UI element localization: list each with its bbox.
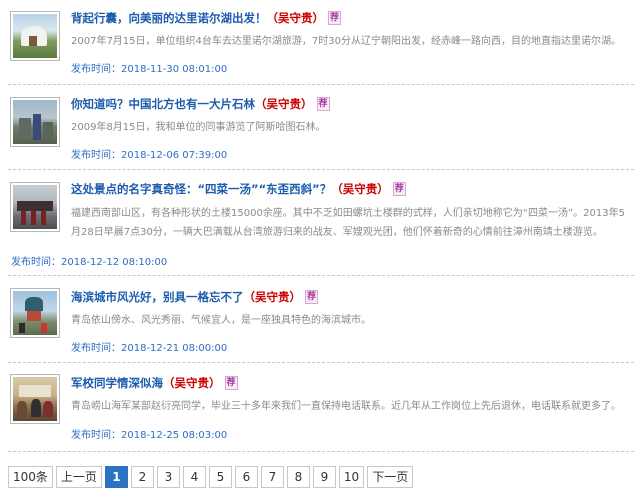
page-button-3[interactable]: 3 [156,466,180,488]
article-time-value: 2018-12-06 07:39:00 [121,150,228,161]
article-time: 发布时间：2018-11-30 08:01:00 [71,60,227,75]
divider [8,451,634,452]
divider [8,362,634,363]
article-item: 这处景点的名字真奇怪：“四菜一汤”“东歪西斜”？（吴守贵）荐 福建西南部山区，有… [8,178,634,272]
article-time-label: 发布时间： [71,150,121,161]
article-time: 发布时间：2018-12-21 08:00:00 [71,339,227,354]
article-summary: 2007年7月15日，单位组织4台车去达里诺尔湖旅游，7时30分从辽宁朝阳出发，… [71,36,621,47]
article-title[interactable]: 这处景点的名字真奇怪：“四菜一汤”“东歪西斜”？ [71,182,331,196]
article-summary: 福建西南部山区，有各种形状的土楼15000余座。其中不乏如田螺坑土楼群的式样，人… [71,208,625,238]
article-time-label: 发布时间： [71,343,121,354]
article-item: 军校同学情深似海（吴守贵）荐 青岛崂山海军某部赵衍亮同学，毕业三十多年来我们一直… [8,371,634,447]
article-title-line: 军校同学情深似海（吴守贵）荐 [71,375,238,391]
pagination-prev-button[interactable]: 上一页 [55,466,102,488]
article-time-value: 2018-12-25 08:03:00 [121,430,228,441]
pagination-total: 100条 [8,466,53,488]
article-thumbnail[interactable] [10,374,60,424]
article-author[interactable]: （吴守贵） [331,182,389,196]
page-button-6[interactable]: 6 [234,466,258,488]
article-author[interactable]: （吴守贵） [244,290,302,304]
article-thumbnail[interactable] [10,97,60,147]
recommend-badge-icon: 荐 [328,11,342,25]
article-time-value: 2018-11-30 08:01:00 [121,64,228,75]
article-thumbnail[interactable] [10,11,60,61]
article-author[interactable]: （吴守贵） [255,97,313,111]
article-item: 你知道吗？中国北方也有一大片石林（吴守贵）荐 2009年8月15日，我和单位的同… [8,94,634,168]
article-summary: 青岛崂山海军某部赵衍亮同学，毕业三十多年来我们一直保持电话联系。近几年从工作岗位… [71,401,621,412]
article-item: 海滨城市风光好，别具一格忘不了（吴守贵）荐 青岛依山傍水、风光秀丽、气候宜人，是… [8,285,634,361]
article-author[interactable]: （吴守贵） [267,11,325,25]
page-button-5[interactable]: 5 [208,466,232,488]
divider [8,275,634,276]
pagination-next-button[interactable]: 下一页 [367,466,414,488]
article-time-label: 发布时间： [11,257,61,268]
pagination: 100条 上一页 1 2 3 4 5 6 7 8 9 10 下一页 [8,466,416,488]
page-button-8[interactable]: 8 [286,466,310,488]
article-time: 发布时间：2018-12-12 08:10:00 [11,253,167,268]
article-title-line: 这处景点的名字真奇怪：“四菜一汤”“东歪西斜”？（吴守贵）荐 [71,181,406,197]
article-author[interactable]: （吴守贵） [163,376,221,390]
divider [8,84,634,85]
article-title[interactable]: 军校同学情深似海 [71,376,163,390]
article-title-line: 你知道吗？中国北方也有一大片石林（吴守贵）荐 [71,96,330,112]
recommend-badge-icon: 荐 [305,290,319,304]
article-item: 背起行囊，向美丽的达里诺尔湖出发！（吴守贵）荐 2007年7月15日，单位组织4… [8,8,634,86]
article-title[interactable]: 海滨城市风光好，别具一格忘不了 [71,290,244,304]
article-title-line: 背起行囊，向美丽的达里诺尔湖出发！（吴守贵）荐 [71,10,342,26]
article-time: 发布时间：2018-12-25 08:03:00 [71,426,227,441]
page-button-1[interactable]: 1 [104,466,128,488]
page-button-9[interactable]: 9 [312,466,336,488]
article-thumbnail[interactable] [10,182,60,232]
recommend-badge-icon: 荐 [224,376,238,390]
article-thumbnail[interactable] [10,288,60,338]
article-title[interactable]: 背起行囊，向美丽的达里诺尔湖出发！ [71,11,267,25]
article-time-label: 发布时间： [71,430,121,441]
recommend-badge-icon: 荐 [392,182,406,196]
divider [8,169,634,170]
page-button-10[interactable]: 10 [338,466,365,488]
article-time-value: 2018-12-21 08:00:00 [121,343,228,354]
article-summary: 2009年8月15日，我和单位的同事游览了阿斯哈图石林。 [71,122,326,133]
page-button-7[interactable]: 7 [260,466,284,488]
page-button-4[interactable]: 4 [182,466,206,488]
article-time-value: 2018-12-12 08:10:00 [61,257,168,268]
article-title-line: 海滨城市风光好，别具一格忘不了（吴守贵）荐 [71,289,319,305]
article-title[interactable]: 你知道吗？中国北方也有一大片石林 [71,97,255,111]
recommend-badge-icon: 荐 [316,97,330,111]
page-button-2[interactable]: 2 [130,466,154,488]
article-time: 发布时间：2018-12-06 07:39:00 [71,146,227,161]
article-summary: 青岛依山傍水、风光秀丽、气候宜人，是一座独具特色的海滨城市。 [71,315,371,326]
article-time-label: 发布时间： [71,64,121,75]
